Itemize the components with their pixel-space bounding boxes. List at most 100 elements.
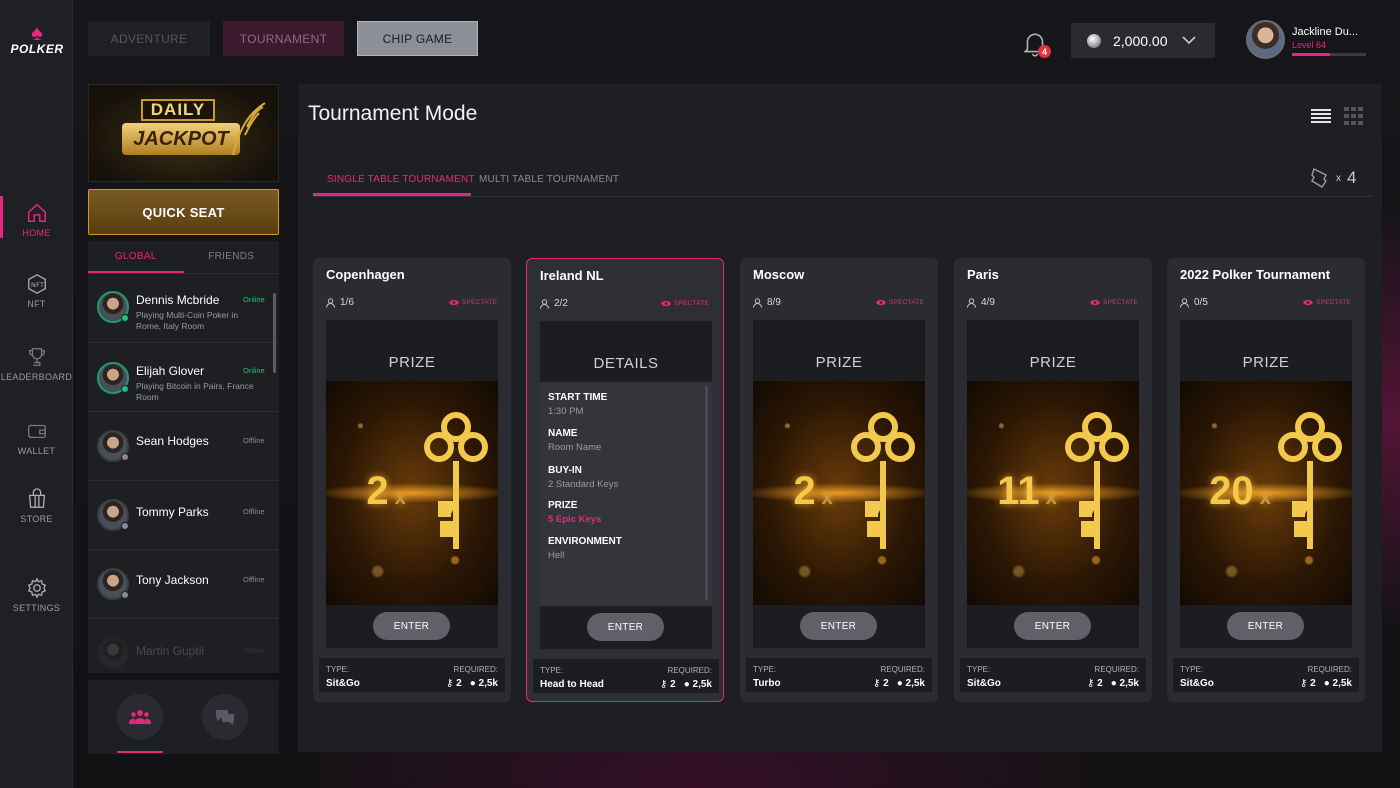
spectate-label: SPECTATE xyxy=(674,300,709,307)
prize-heading: PRIZE xyxy=(815,354,863,371)
quick-seat-button[interactable]: QUICK SEAT xyxy=(88,189,279,235)
required-chips: ● 2,5k xyxy=(470,678,498,689)
tournament-panel: Tournament Mode SINGLE TABLE TOURNAMENT … xyxy=(298,84,1382,752)
required-values: ⚷ 2 ● 2,5k xyxy=(873,678,925,689)
multiplier-x: x xyxy=(1045,487,1057,509)
friend-name: Sean Hodges xyxy=(136,434,209,448)
chips-count: 2,5k xyxy=(1332,678,1352,689)
friend-row[interactable]: Tommy Parks Offline xyxy=(88,481,279,550)
prize-panel: PRIZE 20 x ENTER xyxy=(1180,320,1352,648)
detail-label: PRIZE xyxy=(548,500,578,511)
chips-icon: ● xyxy=(1323,678,1333,689)
balance-dropdown[interactable]: 2,000.00 xyxy=(1071,23,1215,58)
enter-button[interactable]: ENTER xyxy=(800,612,877,640)
keys-count: 2 xyxy=(883,678,889,689)
offline-dot xyxy=(121,453,129,461)
spectate-button[interactable]: SPECTATE xyxy=(1090,299,1138,306)
jackpot-daily-text: DAILY xyxy=(141,99,215,121)
type-label: TYPE: xyxy=(1180,665,1204,674)
nav-leaderboard[interactable]: LEADERBOARD xyxy=(0,346,73,382)
user-icon xyxy=(326,297,335,308)
multiplier-x: x xyxy=(1259,487,1271,509)
grid-view-icon[interactable] xyxy=(1344,107,1364,125)
friend-row[interactable]: Martin Guptil Offline xyxy=(88,619,279,673)
tournament-card[interactable]: 2022 Polker Tournament 0/5 SPECTATE PRIZ… xyxy=(1167,258,1365,702)
detail-value: 2 Standard Keys xyxy=(548,479,619,490)
list-view-icon[interactable] xyxy=(1311,108,1331,124)
required-values: ⚷ 2 ● 2,5k xyxy=(1087,678,1139,689)
enter-button[interactable]: ENTER xyxy=(373,612,450,640)
prize-heading: PRIZE xyxy=(388,354,436,371)
tournament-card-selected[interactable]: Ireland NL 2/2 SPECTATE DETAILS START TI… xyxy=(526,258,724,702)
spectate-button[interactable]: SPECTATE xyxy=(1303,299,1351,306)
tournament-tabs: SINGLE TABLE TOURNAMENT MULTI TABLE TOUR… xyxy=(313,172,1373,197)
mode-tournament-button[interactable]: TOURNAMENT xyxy=(223,21,344,56)
multiplier-x: x xyxy=(394,487,406,509)
key-icon: ⚷ xyxy=(1300,678,1311,689)
balance-value: 2,000.00 xyxy=(1113,32,1168,49)
logo-text: POLKER xyxy=(10,42,64,56)
required-values: ⚷ 2 ● 2,5k xyxy=(446,678,498,689)
required-chips: ● 2,5k xyxy=(684,679,712,690)
people-icon xyxy=(129,710,151,724)
tournament-card[interactable]: Paris 4/9 SPECTATE PRIZE 11 x ENTER TYPE:… xyxy=(954,258,1152,702)
card-players: 0/5 xyxy=(1180,297,1208,308)
nav-store[interactable]: STORE xyxy=(0,488,73,524)
tournament-card[interactable]: Copenhagen 1/6 SPECTATE PRIZE 2x ENTER T… xyxy=(313,258,511,702)
multiplier-value: 2 xyxy=(366,469,389,513)
nav-nft[interactable]: NFT NFT xyxy=(0,273,73,309)
players-count: 0/5 xyxy=(1194,297,1208,308)
card-players: 8/9 xyxy=(753,297,781,308)
chat-button[interactable] xyxy=(202,694,248,740)
players-count: 2/2 xyxy=(554,298,568,309)
golden-key-icon xyxy=(1278,412,1342,549)
offline-dot xyxy=(121,591,129,599)
polker-logo[interactable]: ♠ POLKER xyxy=(10,22,64,57)
tournament-card[interactable]: Moscow 8/9 SPECTATE PRIZE 2x ENTER TYPE:… xyxy=(740,258,938,702)
friend-activity: Playing Multi-Coin Poker in Rome, Italy … xyxy=(136,310,239,331)
mode-adventure-button[interactable]: ADVENTURE xyxy=(88,21,210,56)
friends-scrollbar[interactable] xyxy=(273,293,276,373)
card-footer: TYPE: Head to Head REQUIRED: ⚷ 2 ● 2,5k xyxy=(533,659,719,693)
friend-row[interactable]: Dennis Mcbride Online Playing Multi-Coin… xyxy=(88,274,279,343)
spectate-button[interactable]: SPECTATE xyxy=(661,300,709,307)
tab-friends[interactable]: FRIENDS xyxy=(184,241,280,273)
enter-button[interactable]: ENTER xyxy=(1227,612,1304,640)
user-icon xyxy=(540,298,549,309)
prize-heading: PRIZE xyxy=(1029,354,1077,371)
friend-row[interactable]: Sean Hodges Offline xyxy=(88,412,279,481)
enter-button[interactable]: ENTER xyxy=(1014,612,1091,640)
card-footer: TYPE: Sit&Go REQUIRED: ⚷ 2 ● 2,5k xyxy=(1173,658,1359,692)
details-panel: DETAILS START TIME 1:30 PM NAME Room Nam… xyxy=(540,321,712,649)
friend-row[interactable]: Elijah Glover Online Playing Bitcoin in … xyxy=(88,343,279,412)
card-footer: TYPE: Sit&Go REQUIRED: ⚷ 2 ● 2,5k xyxy=(319,658,505,692)
daily-jackpot-banner[interactable]: DAILY JACKPOT xyxy=(88,84,279,182)
feather-icon xyxy=(232,102,266,156)
nav-settings[interactable]: SETTINGS xyxy=(0,577,73,613)
people-button[interactable] xyxy=(117,694,163,740)
mode-chip-game-button[interactable]: CHIP GAME xyxy=(357,21,478,56)
friend-status: Online xyxy=(243,366,265,375)
tab-global[interactable]: GLOBAL xyxy=(88,241,184,273)
avatar xyxy=(1246,20,1285,59)
type-value: Sit&Go xyxy=(967,678,1001,689)
required-keys: ⚷ 2 xyxy=(873,678,889,689)
enter-button[interactable]: ENTER xyxy=(587,613,664,641)
required-label: REQUIRED: xyxy=(1094,665,1139,674)
key-icon: ⚷ xyxy=(446,678,457,689)
details-scrollbar[interactable] xyxy=(705,386,708,600)
tab-multi-table[interactable]: MULTI TABLE TOURNAMENT xyxy=(479,172,619,196)
required-keys: ⚷ 2 xyxy=(660,679,676,690)
nav-wallet[interactable]: WALLET xyxy=(0,420,73,456)
user-profile[interactable]: Jackline Du... Level 64 xyxy=(1246,20,1366,60)
friend-name: Martin Guptil xyxy=(136,644,205,658)
friend-row[interactable]: Tony Jackson Offline xyxy=(88,550,279,619)
detail-value: 1:30 PM xyxy=(548,406,584,417)
active-tab-indicator xyxy=(313,193,471,196)
online-dot xyxy=(121,314,129,322)
spectate-button[interactable]: SPECTATE xyxy=(876,299,924,306)
spectate-button[interactable]: SPECTATE xyxy=(449,299,497,306)
type-label: TYPE: xyxy=(540,666,564,675)
detail-label: BUY-IN xyxy=(548,465,582,476)
nav-home[interactable]: HOME xyxy=(0,196,73,238)
